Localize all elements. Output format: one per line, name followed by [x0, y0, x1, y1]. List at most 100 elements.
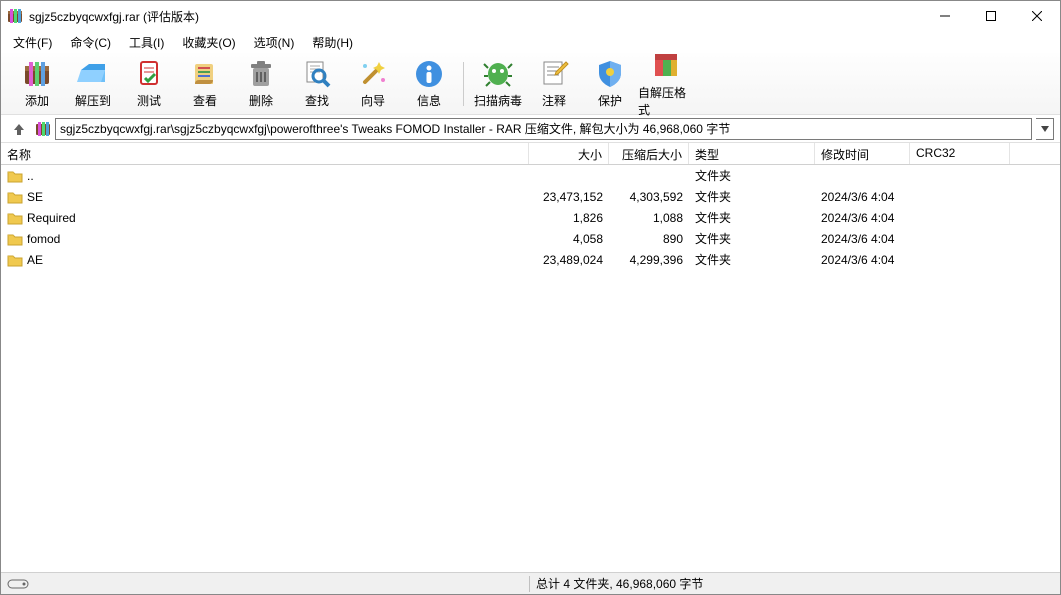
chevron-down-icon [1041, 126, 1049, 132]
window-controls [922, 1, 1060, 31]
cell-packed: 4,299,396 [609, 252, 689, 268]
archive-icon [35, 121, 51, 137]
up-button[interactable] [7, 118, 31, 140]
list-item[interactable]: AE23,489,0244,299,396文件夹2024/3/6 4:04 [1, 249, 1060, 270]
add-button[interactable]: 添加 [9, 56, 65, 112]
menu-tools[interactable]: 工具(I) [121, 32, 172, 53]
path-input[interactable]: sgjz5czbyqcwxfgj.rar\sgjz5czbyqcwxfgj\po… [55, 118, 1032, 140]
cell-type: 文件夹 [689, 229, 815, 248]
column-headers: 名称 大小 压缩后大小 类型 修改时间 CRC32 [1, 143, 1060, 165]
app-icon [7, 8, 23, 24]
cell-crc [910, 196, 1010, 198]
cell-mtime: 2024/3/6 4:04 [815, 210, 910, 226]
cell-crc [910, 175, 1010, 177]
scan-button[interactable]: 扫描病毒 [470, 56, 526, 112]
statusbar: 总计 4 文件夹, 46,968,060 字节 [1, 572, 1060, 594]
delete-icon [245, 58, 277, 90]
delete-button[interactable]: 删除 [233, 56, 289, 112]
maximize-icon [986, 11, 996, 21]
cell-packed [609, 175, 689, 177]
cell-packed: 1,088 [609, 210, 689, 226]
cell-size: 23,489,024 [529, 252, 609, 268]
find-icon [301, 58, 333, 90]
cell-mtime [815, 175, 910, 177]
sfx-icon [650, 50, 682, 82]
header-mtime[interactable]: 修改时间 [815, 143, 910, 164]
cell-size: 1,826 [529, 210, 609, 226]
cell-type: 文件夹 [689, 166, 815, 185]
cell-crc [910, 238, 1010, 240]
add-icon [21, 58, 53, 90]
cell-crc [910, 217, 1010, 219]
cell-packed: 890 [609, 231, 689, 247]
info-icon [413, 58, 445, 90]
cell-name: fomod [1, 231, 529, 247]
wizard-icon [357, 58, 389, 90]
header-type[interactable]: 类型 [689, 143, 815, 164]
folder-icon [7, 211, 23, 225]
up-arrow-icon [12, 122, 26, 136]
folder-icon [7, 169, 23, 183]
cell-mtime: 2024/3/6 4:04 [815, 189, 910, 205]
cell-size: 23,473,152 [529, 189, 609, 205]
scan-icon [482, 58, 514, 90]
close-icon [1032, 11, 1042, 21]
cell-name: .. [1, 168, 529, 184]
cell-mtime: 2024/3/6 4:04 [815, 231, 910, 247]
list-item[interactable]: .. 文件夹 [1, 165, 1060, 186]
status-left [1, 579, 529, 589]
menu-commands[interactable]: 命令(C) [62, 32, 119, 53]
cell-type: 文件夹 [689, 250, 815, 269]
comment-button[interactable]: 注释 [526, 56, 582, 112]
extract-icon [77, 58, 109, 90]
header-packed[interactable]: 压缩后大小 [609, 143, 689, 164]
cell-mtime: 2024/3/6 4:04 [815, 252, 910, 268]
menu-options[interactable]: 选项(N) [246, 32, 303, 53]
file-list[interactable]: ..文件夹SE23,473,1524,303,592文件夹2024/3/6 4:… [1, 165, 1060, 572]
protect-button[interactable]: 保护 [582, 56, 638, 112]
cell-name: Required [1, 210, 529, 226]
cell-size: 4,058 [529, 231, 609, 247]
pathbar: sgjz5czbyqcwxfgj.rar\sgjz5czbyqcwxfgj\po… [1, 115, 1060, 143]
view-icon [189, 58, 221, 90]
wizard-button[interactable]: 向导 [345, 56, 401, 112]
cell-size [529, 175, 609, 177]
header-name[interactable]: 名称 [1, 143, 529, 164]
cell-name: AE [1, 252, 529, 268]
folder-icon [7, 232, 23, 246]
disk-icon [7, 579, 29, 589]
cell-name: SE [1, 189, 529, 205]
cell-crc [910, 259, 1010, 261]
find-button[interactable]: 查找 [289, 56, 345, 112]
sfx-button[interactable]: 自解压格式 [638, 56, 694, 112]
status-summary: 总计 4 文件夹, 46,968,060 字节 [530, 575, 709, 592]
minimize-button[interactable] [922, 1, 968, 31]
toolbar: 添加 解压到 测试 查看 删除 查找 向导 [1, 53, 1060, 115]
menubar: 文件(F) 命令(C) 工具(I) 收藏夹(O) 选项(N) 帮助(H) [1, 31, 1060, 53]
header-crc[interactable]: CRC32 [910, 143, 1010, 164]
maximize-button[interactable] [968, 1, 1014, 31]
cell-type: 文件夹 [689, 187, 815, 206]
menu-help[interactable]: 帮助(H) [304, 32, 361, 53]
extract-button[interactable]: 解压到 [65, 56, 121, 112]
menu-file[interactable]: 文件(F) [5, 32, 60, 53]
titlebar: sgjz5czbyqcwxfgj.rar (评估版本) [1, 1, 1060, 31]
header-size[interactable]: 大小 [529, 143, 609, 164]
list-item[interactable]: Required1,8261,088文件夹2024/3/6 4:04 [1, 207, 1060, 228]
view-button[interactable]: 查看 [177, 56, 233, 112]
info-button[interactable]: 信息 [401, 56, 457, 112]
protect-icon [594, 58, 626, 90]
list-item[interactable]: SE23,473,1524,303,592文件夹2024/3/6 4:04 [1, 186, 1060, 207]
test-button[interactable]: 测试 [121, 56, 177, 112]
test-icon [133, 58, 165, 90]
minimize-icon [940, 11, 950, 21]
path-dropdown[interactable] [1036, 118, 1054, 140]
cell-packed: 4,303,592 [609, 189, 689, 205]
window-title: sgjz5czbyqcwxfgj.rar (评估版本) [29, 8, 922, 25]
folder-icon [7, 253, 23, 267]
comment-icon [538, 58, 570, 90]
cell-type: 文件夹 [689, 208, 815, 227]
list-item[interactable]: fomod4,058890文件夹2024/3/6 4:04 [1, 228, 1060, 249]
menu-favorites[interactable]: 收藏夹(O) [174, 32, 243, 53]
close-button[interactable] [1014, 1, 1060, 31]
